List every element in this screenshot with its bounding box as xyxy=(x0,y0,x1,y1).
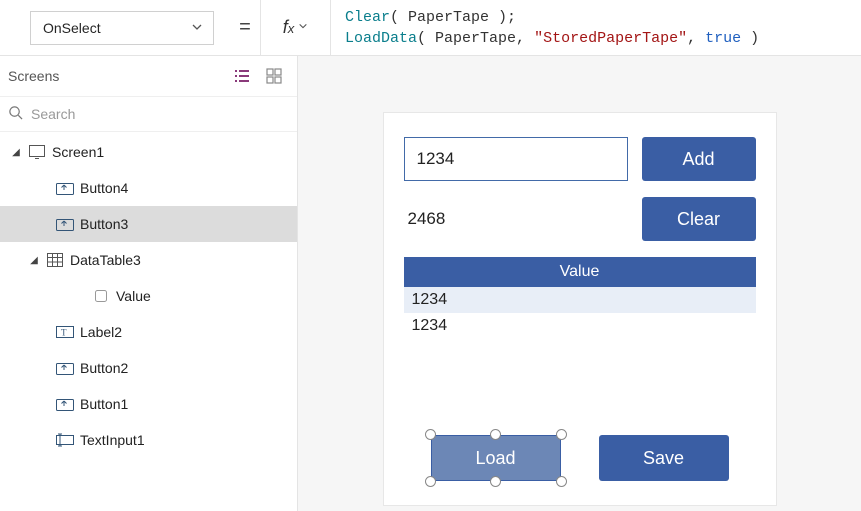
load-button[interactable]: Load xyxy=(431,435,561,481)
table-row[interactable]: 1234 xyxy=(404,313,756,339)
add-button[interactable]: Add xyxy=(642,137,756,181)
tree-node-value[interactable]: Value xyxy=(0,278,297,314)
screen-icon xyxy=(28,143,46,161)
grid-view-icon[interactable] xyxy=(265,67,283,85)
fx-box: fx Clear( PaperTape ); LoadData( PaperTa… xyxy=(260,0,861,56)
input-add-row: 1234 Add xyxy=(404,137,756,181)
tree-label: TextInput1 xyxy=(80,432,145,448)
tree-label: Value xyxy=(116,288,151,304)
svg-text:T: T xyxy=(61,328,67,338)
tree-node-screen1[interactable]: ◢ Screen1 xyxy=(0,134,297,170)
search-row xyxy=(0,96,297,132)
tree-node-button4[interactable]: Button4 xyxy=(0,170,297,206)
list-view-icon[interactable] xyxy=(233,67,251,85)
fx-label[interactable]: fx xyxy=(261,0,331,56)
tree-label: Button2 xyxy=(80,360,128,376)
tree-label: Label2 xyxy=(80,324,122,340)
chevron-down-icon xyxy=(298,21,308,34)
property-dropdown-value: OnSelect xyxy=(43,20,101,36)
sum-label: 2468 xyxy=(404,209,446,229)
button-icon xyxy=(56,359,74,377)
caret-down-icon: ◢ xyxy=(28,255,40,266)
resize-handle[interactable] xyxy=(556,476,567,487)
resize-handle[interactable] xyxy=(490,429,501,440)
panel-header: Screens xyxy=(0,56,297,96)
resize-handle[interactable] xyxy=(490,476,501,487)
search-icon xyxy=(8,105,23,123)
column-icon xyxy=(92,287,110,305)
resize-handle[interactable] xyxy=(425,429,436,440)
tree-label: Button4 xyxy=(80,180,128,196)
screens-panel: Screens xyxy=(0,56,298,511)
chevron-down-icon xyxy=(191,20,203,36)
app-preview: 1234 Add 2468 Clear Value 1234 1234 xyxy=(383,112,777,506)
tree-node-button3[interactable]: Button3 xyxy=(0,206,297,242)
panel-actions xyxy=(233,67,283,85)
tree-label: Screen1 xyxy=(52,144,104,160)
tree-node-button2[interactable]: Button2 xyxy=(0,350,297,386)
button-icon xyxy=(56,215,74,233)
save-button[interactable]: Save xyxy=(599,435,729,481)
tree-label: DataTable3 xyxy=(70,252,141,268)
resize-handle[interactable] xyxy=(556,429,567,440)
tree-node-button1[interactable]: Button1 xyxy=(0,386,297,422)
property-dropdown-wrap: OnSelect xyxy=(0,1,230,55)
tree-node-label2[interactable]: T Label2 xyxy=(0,314,297,350)
label-icon: T xyxy=(56,323,74,341)
property-dropdown[interactable]: OnSelect xyxy=(30,11,214,45)
table-header: Value xyxy=(404,257,756,287)
canvas-area[interactable]: 1234 Add 2468 Clear Value 1234 1234 xyxy=(298,56,861,511)
tree-label: Button3 xyxy=(80,216,128,232)
caret-down-icon: ◢ xyxy=(10,147,22,158)
clear-button[interactable]: Clear xyxy=(642,197,756,241)
tree-node-datatable3[interactable]: ◢ DataTable3 xyxy=(0,242,297,278)
number-input-value: 1234 xyxy=(417,149,455,169)
data-table[interactable]: Value 1234 1234 xyxy=(404,257,756,339)
number-input[interactable]: 1234 xyxy=(404,137,628,181)
equals-sign: = xyxy=(230,16,260,39)
button-icon xyxy=(56,395,74,413)
sum-clear-row: 2468 Clear xyxy=(404,197,756,241)
search-input[interactable] xyxy=(31,106,287,122)
formula-editor[interactable]: Clear( PaperTape ); LoadData( PaperTape,… xyxy=(331,0,861,57)
datatable-icon xyxy=(46,251,64,269)
load-button-selected[interactable]: Load xyxy=(431,435,561,481)
tree-node-textinput1[interactable]: TextInput1 xyxy=(0,422,297,458)
textinput-icon xyxy=(56,431,74,449)
tree-label: Button1 xyxy=(80,396,128,412)
tree-view: ◢ Screen1 Button4 Button3 xyxy=(0,132,297,511)
panel-title: Screens xyxy=(8,68,59,84)
button-icon xyxy=(56,179,74,197)
table-row[interactable]: 1234 xyxy=(404,287,756,313)
formula-bar: OnSelect = fx Clear( PaperTape ); LoadDa… xyxy=(0,0,861,56)
resize-handle[interactable] xyxy=(425,476,436,487)
bottom-buttons: Load Save xyxy=(384,435,776,481)
